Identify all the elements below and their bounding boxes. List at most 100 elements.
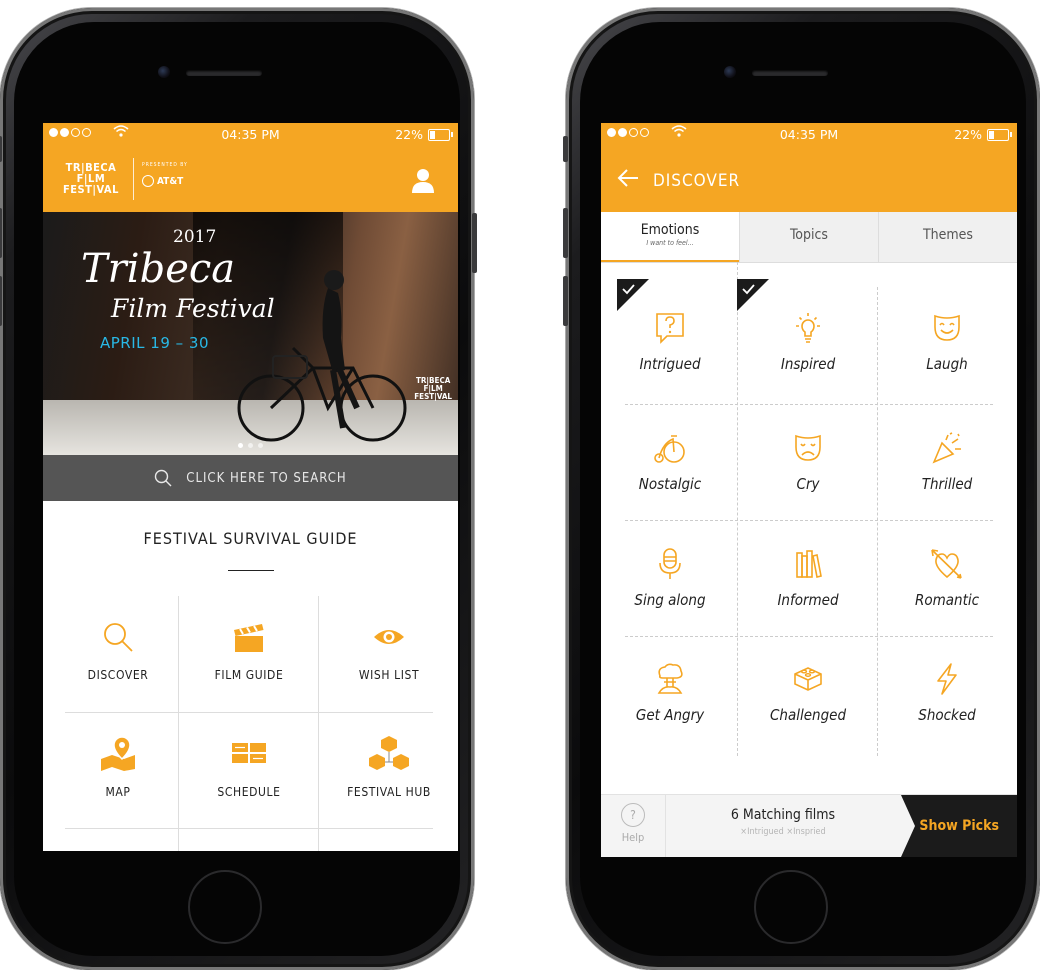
menu-label: FILM GUIDE (214, 668, 284, 682)
tab-emotions[interactable]: Emotions I want to feel... (601, 212, 739, 262)
tab-label: Themes (922, 227, 973, 243)
map-pin-icon (101, 736, 135, 771)
emotion-cry[interactable]: Cry (739, 431, 877, 493)
happy-mask-icon (934, 314, 960, 341)
menu-discover[interactable]: DISCOVER (57, 620, 179, 682)
microphone-icon (659, 548, 681, 579)
emotion-label: Laugh (926, 355, 968, 373)
discover-header: DISCOVER (601, 146, 1017, 212)
menu-wish-list[interactable]: WISH LIST (328, 620, 450, 682)
puzzle-brick-icon (794, 667, 822, 691)
status-bar: 04:35 PM 22% (601, 123, 1017, 146)
selected-check-icon (737, 279, 769, 311)
app-header: TR|BECA F|LM FEST|VAL PRESENTED BY AT&T (43, 146, 458, 212)
clapperboard-icon (234, 624, 264, 652)
grid-divider (625, 520, 993, 521)
emotion-label: Thrilled (921, 475, 973, 493)
logo-divider (133, 158, 134, 200)
emotion-thrilled[interactable]: Thrilled (878, 431, 1016, 493)
volume-down-button[interactable] (563, 276, 568, 326)
mute-switch[interactable] (563, 136, 568, 162)
help-icon: ? (621, 803, 645, 827)
search-bar[interactable]: CLICK HERE TO SEARCH (43, 455, 458, 501)
pager-dot[interactable] (238, 443, 243, 448)
grid-divider (318, 596, 319, 851)
schedule-blocks-icon (232, 743, 266, 763)
emotion-informed[interactable]: Informed (739, 547, 877, 609)
sponsor-logo: AT&T (142, 175, 183, 187)
active-filters[interactable]: ×Intrigued ×Inspried (665, 827, 901, 837)
battery-indicator: 22% (954, 127, 1012, 142)
sponsor-name: AT&T (157, 175, 184, 187)
emotion-get-angry[interactable]: Get Angry (601, 662, 739, 724)
carousel-pager[interactable] (43, 443, 458, 448)
menu-festival-hub[interactable]: FESTIVAL HUB (328, 735, 450, 799)
show-picks-button[interactable]: Show Picks (901, 795, 1017, 857)
camera-lens (724, 66, 736, 78)
penny-farthing-icon (654, 435, 685, 463)
magnifier-icon (104, 623, 133, 652)
tab-label: Topics (789, 227, 828, 243)
filter-tabs: Emotions I want to feel... Topics Themes (601, 212, 1017, 263)
discover-screen: 04:35 PM 22% DISCOVER Emotions I want to… (601, 123, 1017, 857)
emotion-label: Cry (796, 475, 820, 493)
menu-label: MAP (105, 785, 131, 799)
back-arrow-icon[interactable] (617, 168, 639, 188)
help-button[interactable]: ? Help (601, 795, 666, 857)
speaker-grille (186, 70, 262, 76)
grid-divider (625, 636, 993, 637)
menu-schedule[interactable]: SCHEDULE (188, 735, 310, 799)
hero-year: 2017 (173, 227, 217, 247)
emotion-label: Romantic (914, 591, 980, 609)
menu-film-guide[interactable]: FILM GUIDE (188, 620, 310, 682)
emotion-label: Sing along (634, 591, 706, 609)
battery-icon (428, 128, 453, 141)
tab-topics[interactable]: Topics (739, 212, 878, 262)
heart-arrow-icon (931, 549, 962, 579)
menu-label: FESTIVAL HUB (347, 785, 431, 799)
emotion-label: Intrigued (639, 355, 701, 373)
emotion-label: Informed (777, 591, 839, 609)
home-button[interactable] (188, 870, 262, 944)
emotion-inspired[interactable]: Inspired (739, 311, 877, 373)
battery-percent: 22% (954, 127, 982, 142)
emotion-challenged[interactable]: Challenged (739, 662, 877, 724)
volume-down-button[interactable] (0, 276, 2, 326)
user-profile-icon[interactable] (412, 169, 434, 193)
lightning-icon (937, 663, 957, 695)
att-globe-icon (142, 175, 154, 187)
emotion-shocked[interactable]: Shocked (878, 662, 1016, 724)
grid-divider (65, 828, 433, 829)
books-icon (796, 550, 822, 578)
eye-icon (374, 630, 404, 644)
power-button[interactable] (472, 213, 477, 273)
mute-switch[interactable] (0, 136, 2, 162)
speaker-grille (752, 70, 828, 76)
grid-divider (625, 404, 993, 405)
emotion-sing-along[interactable]: Sing along (601, 547, 739, 609)
volume-up-button[interactable] (563, 208, 568, 258)
emotion-laugh[interactable]: Laugh (878, 311, 1016, 373)
presented-by-label: PRESENTED BY (142, 162, 188, 168)
emotion-romantic[interactable]: Romantic (878, 547, 1016, 609)
tribeca-logo[interactable]: TR|BECA F|LM FEST|VAL (63, 162, 119, 195)
emotion-intrigued[interactable]: Intrigued (601, 311, 739, 373)
pager-dot[interactable] (258, 443, 263, 448)
discover-footer: ? Help 6 Matching films ×Intrigued ×Insp… (601, 794, 1017, 857)
matching-summary: 6 Matching films ×Intrigued ×Inspried (665, 807, 901, 837)
hero-watermark-logo: TR|BECA F|LM FEST|VAL (414, 376, 452, 401)
camera-lens (158, 66, 170, 78)
menu-map[interactable]: MAP (57, 735, 179, 799)
emotion-nostalgic[interactable]: Nostalgic (601, 431, 739, 493)
party-popper-icon (932, 432, 961, 464)
volume-up-button[interactable] (0, 208, 2, 258)
tab-label: Emotions (640, 222, 700, 238)
emotion-label: Shocked (918, 706, 976, 724)
tab-themes[interactable]: Themes (878, 212, 1017, 262)
cyclist-photo (237, 270, 407, 442)
help-label: Help (621, 831, 645, 844)
pager-dot[interactable] (248, 443, 253, 448)
hero-title: Tribeca (81, 246, 236, 292)
home-button[interactable] (754, 870, 828, 944)
hero-banner-carousel[interactable]: 2017 Tribeca Film Festival APRIL 19 – 30… (43, 212, 458, 455)
